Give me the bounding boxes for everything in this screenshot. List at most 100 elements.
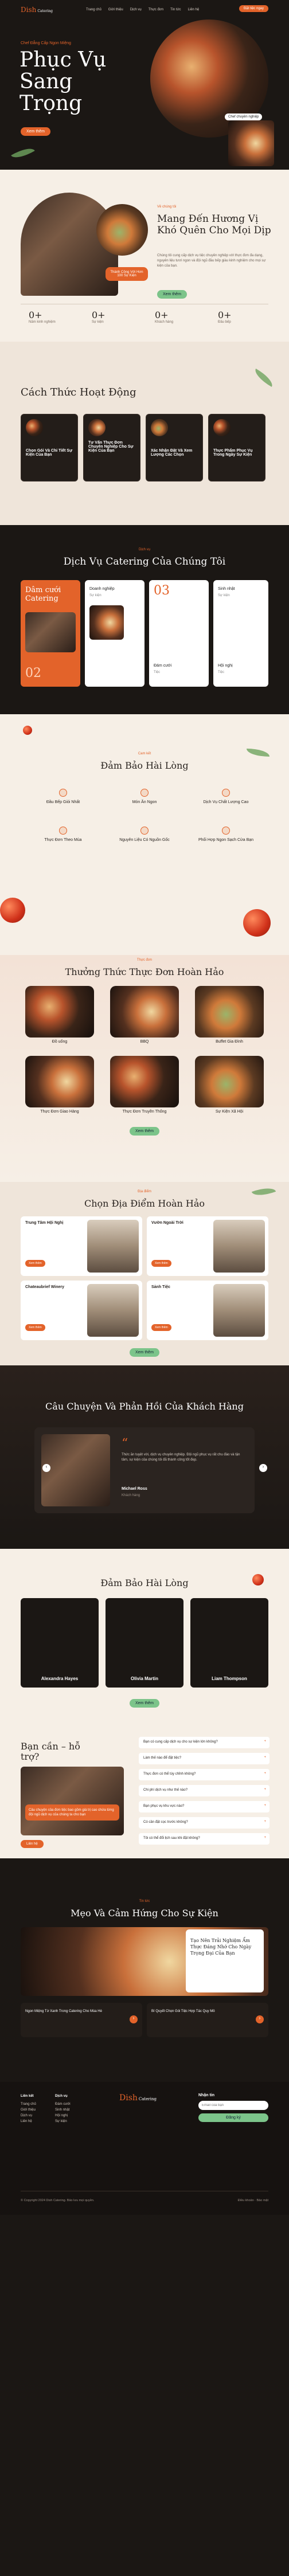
plus-icon: + <box>264 1836 266 1839</box>
menu-dish-label: Sự Kiện Xã Hội <box>215 1110 244 1114</box>
service-card[interactable]: Doanh nghiệp Sự kiện <box>85 580 144 687</box>
nav-item[interactable]: Trang chủ <box>86 8 101 11</box>
blog-post-card[interactable]: Bí Quyết Chọn Gói Tiệc Hợp Tác Quy Mô › <box>147 2003 268 2037</box>
assurance-item: Nguyên Liệu Có Nguồn Gốc <box>110 827 179 842</box>
process-step-card[interactable]: Tư Vấn Thực Đơn Chuyên Nghiệp Cho Sự Kiệ… <box>83 414 140 481</box>
newsletter: Nhận tin Đăng ký <box>198 2093 268 2122</box>
prev-arrow-icon[interactable]: ‹ <box>42 1464 50 1472</box>
assurance-eyebrow: Cam kết <box>138 752 151 755</box>
faq-title: Bạn cần – hỗ trợ? <box>21 1741 81 1762</box>
subscribe-button[interactable]: Đăng ký <box>198 2113 268 2122</box>
site-logo[interactable]: Dish Catering <box>21 6 53 14</box>
assurance-item: Dịch Vụ Chất Lượng Cao <box>192 789 260 804</box>
testimonial-title: Câu Chuyện Và Phản Hồi Của Khách Hàng <box>45 1401 244 1412</box>
assurance-item: Món Ăn Ngon <box>110 789 179 804</box>
about-eyebrow: Về chúng tôi <box>157 205 177 209</box>
faq-question[interactable]: Tôi có thể đổi lịch sau khi đặt không? + <box>139 1833 270 1845</box>
blog-eyebrow: Tin tức <box>139 1900 150 1903</box>
faq-question[interactable]: Bạn phục vụ khu vực nào? + <box>139 1801 270 1812</box>
team-member-card[interactable]: Alexandra Hayes <box>21 1598 99 1688</box>
leaf-decoration <box>11 143 35 163</box>
faq-section: Bạn cần – hỗ trợ? Câu chuyện của đơn tiệc… <box>0 1732 289 1858</box>
footer-link[interactable]: Dịch vụ <box>21 2113 36 2119</box>
menu-dish-label: BBQ <box>140 1040 149 1044</box>
venues-eyebrow: Địa điểm <box>138 1190 151 1193</box>
team-member-card[interactable]: Olivia Martin <box>106 1598 183 1688</box>
customer-photo <box>41 1434 110 1506</box>
nav-item[interactable]: Giới thiệu <box>108 8 123 11</box>
leaf-icon <box>140 827 149 835</box>
faq-question[interactable]: Chi phí dịch vụ như thế nào? + <box>139 1785 270 1796</box>
plus-icon: + <box>264 1756 266 1759</box>
footer-link[interactable]: Hội nghị <box>55 2113 71 2119</box>
menu-dish-image[interactable] <box>25 1056 94 1107</box>
venue-card[interactable]: Trung Tâm Hội Nghị Xem thêm <box>21 1216 142 1276</box>
dish-icon <box>140 789 149 797</box>
venue-card[interactable]: Sảnh Tiệc Xem thêm <box>147 1281 268 1340</box>
faq-contact-button[interactable]: Liên hệ <box>21 1840 44 1848</box>
tomato-decoration <box>23 726 32 735</box>
footer-legal-links[interactable]: Điều khoản · Bảo mật <box>238 2199 268 2202</box>
footer-link[interactable]: Sinh nhật <box>55 2107 71 2113</box>
menu-cta-button[interactable]: Xem thêm <box>130 1127 159 1136</box>
footer-link[interactable]: Giới thiệu <box>21 2107 36 2113</box>
venues-section: Địa điểm Chọn Địa Điểm Hoàn Hảo Trung Tâ… <box>0 1182 289 1365</box>
tomato-decoration <box>243 909 271 937</box>
footer-link[interactable]: Đám cưới <box>55 2101 71 2107</box>
stat-item: 0+ Năm kinh nghiệm <box>29 310 56 324</box>
faq-question[interactable]: Làm thế nào để đặt tiệc? + <box>139 1753 270 1764</box>
menu-dish-image[interactable] <box>195 986 264 1038</box>
faq-info-card: Câu chuyện của đơn tiệc bao gồm giá trị … <box>25 1804 119 1821</box>
chef-hat-icon <box>59 789 67 797</box>
menu-dish-image[interactable] <box>110 1056 179 1107</box>
footer-logo[interactable]: Dish Catering <box>119 2093 157 2103</box>
about-title: Mang Đến Hương Vị Khó Quên Cho Mọi Dịp <box>157 213 271 236</box>
nav-cta-button[interactable]: Đặt tiệc ngay <box>239 5 268 12</box>
menu-dish-label: Đồ uống <box>52 1040 68 1044</box>
menu-dish-label: Buffet Gia Đình <box>216 1040 243 1044</box>
service-card[interactable]: Sinh nhật Sự kiện Hội nghị Tiệc <box>213 580 268 687</box>
footer: Liên kết Trang chủ Giới thiệu Dịch vụ Li… <box>0 2082 289 2215</box>
arrow-icon: › <box>256 2015 264 2023</box>
assurance-item: Đầu Bếp Giỏi Nhất <box>29 789 97 804</box>
menu-dish-image[interactable] <box>110 986 179 1038</box>
footer-col: Dịch vụ Đám cưới Sinh nhật Hội nghị Sự k… <box>55 2095 71 2124</box>
process-step-card[interactable]: Thực Phẩm Phục Vụ Trong Ngày Sự Kiện <box>208 414 265 481</box>
venue-card[interactable]: Chateaubrief Winery Xem thêm <box>21 1281 142 1340</box>
menu-dish-image[interactable] <box>25 986 94 1038</box>
testimonial-quote: Thức ăn tuyệt vời, dịch vụ chuyên nghiệp… <box>122 1453 240 1462</box>
about-cta-button[interactable]: Xem thêm <box>157 290 187 299</box>
about-dish-image <box>96 204 148 256</box>
next-arrow-icon[interactable]: › <box>259 1464 267 1472</box>
service-feature-card[interactable]: Dâm cưới Catering 02 <box>21 580 80 687</box>
blog-post-card[interactable]: Ngon Miệng Từ Xanh Trong Catering Cho Mù… <box>21 2003 142 2037</box>
newsletter-email-input[interactable] <box>198 2101 268 2110</box>
faq-question[interactable]: Bạn có cung cấp dịch vụ cho sự kiện lớn … <box>139 1737 270 1748</box>
menu-dish-image[interactable] <box>195 1056 264 1107</box>
blog-section: Tin tức Mẹo Và Cảm Hứng Cho Sự Kiện Tạo … <box>0 1858 289 2082</box>
nav-item[interactable]: Dịch vụ <box>130 8 142 11</box>
star-icon <box>222 789 230 797</box>
venues-cta-button[interactable]: Xem thêm <box>130 1348 159 1357</box>
main-nav: Trang chủ Giới thiệu Dịch vụ Thực đơn Ti… <box>86 8 199 11</box>
faq-question[interactable]: Thực đơn có thể tùy chỉnh không? + <box>139 1769 270 1780</box>
team-section: Đảm Bảo Hài Lòng Alexandra Hayes Olivia … <box>0 1549 289 1732</box>
nav-item[interactable]: Liên hệ <box>188 8 200 11</box>
hero-cta-button[interactable]: Xem thêm <box>21 127 50 136</box>
faq-question[interactable]: Có cần đặt cọc trước không? + <box>139 1817 270 1829</box>
plus-icon: + <box>264 1772 266 1775</box>
nav-item[interactable]: Tin tức <box>170 8 181 11</box>
process-step-card[interactable]: Xác Nhận Đặt Và Xem Lượng Các Chọn <box>146 414 203 481</box>
team-cta-button[interactable]: Xem thêm <box>130 1699 159 1708</box>
process-step-card[interactable]: Chọn Gói Và Chi Tiết Sự Kiện Của Bạn <box>21 414 78 481</box>
footer-link[interactable]: Trang chủ <box>21 2101 36 2107</box>
nav-item[interactable]: Thực đơn <box>149 8 163 11</box>
footer-link[interactable]: Sự kiện <box>55 2119 71 2124</box>
venue-card[interactable]: Vườn Ngoài Trời Xem thêm <box>147 1216 268 1276</box>
service-card[interactable]: 03 Đám cưới Tiệc <box>149 580 209 687</box>
clean-icon <box>222 827 230 835</box>
hero-side-image <box>228 120 274 166</box>
blog-feature-card[interactable]: Tạo Nên Trải Nghiệm Ẩm Thực Đáng Nhớ Cho… <box>186 1929 264 1992</box>
team-member-card[interactable]: Liam Thompson <box>190 1598 268 1688</box>
footer-link[interactable]: Liên hệ <box>21 2119 36 2124</box>
